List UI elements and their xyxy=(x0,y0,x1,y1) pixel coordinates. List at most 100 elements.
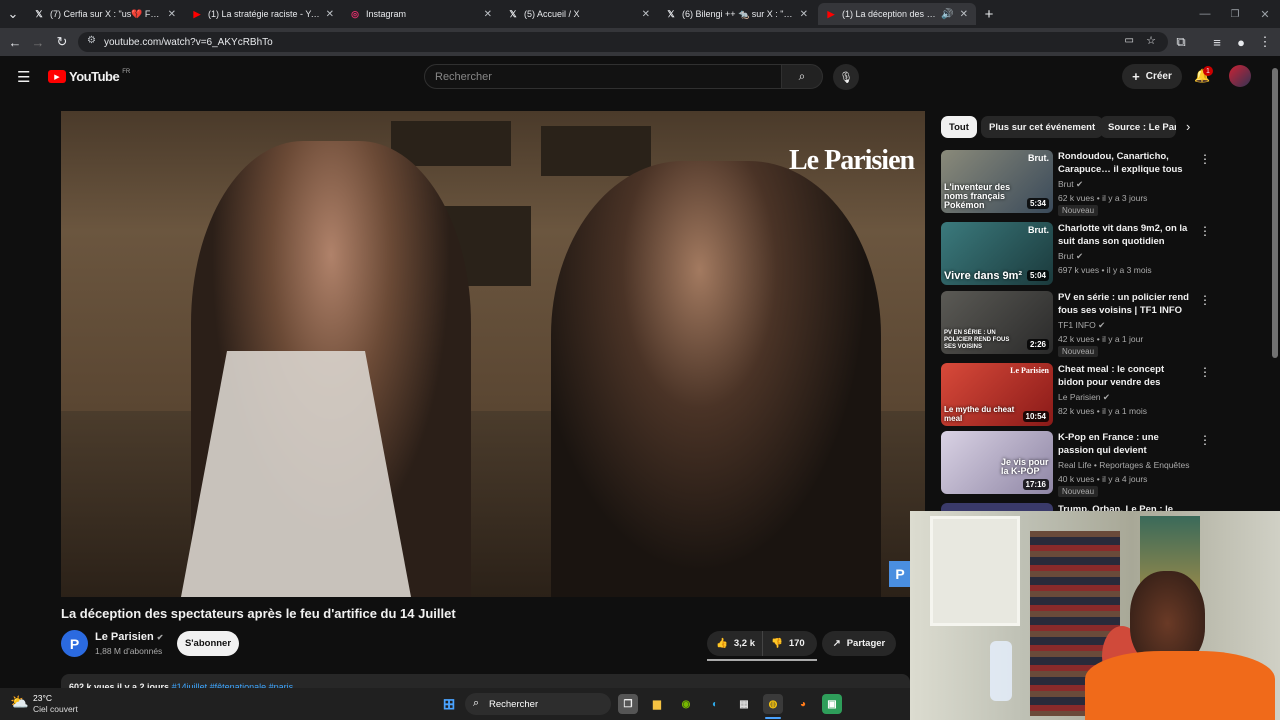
tab-search-icon[interactable]: ⌄ xyxy=(4,5,22,23)
app-icon[interactable]: ▣ xyxy=(822,694,842,714)
recommendation-thumbnail[interactable]: Je vis pour la K-POP 17:16 xyxy=(941,431,1053,494)
create-label: Créer xyxy=(1145,71,1172,82)
more-options-icon[interactable]: ⋮ xyxy=(1199,365,1211,379)
menu-kebab-icon[interactable]: ⋮ xyxy=(1256,33,1274,51)
chip-event[interactable]: Plus sur cet événement xyxy=(981,116,1104,138)
reload-icon[interactable]: ↻ xyxy=(53,33,71,51)
close-tab-icon[interactable]: ✕ xyxy=(960,9,968,20)
recommendation-thumbnail[interactable]: Brut. L'inventeur des noms français Poké… xyxy=(941,150,1053,213)
new-tab-icon[interactable]: + xyxy=(980,5,998,23)
firefox-icon[interactable]: ◕ xyxy=(793,694,813,714)
more-options-icon[interactable]: ⋮ xyxy=(1199,293,1211,307)
channel-watermark-icon[interactable]: P xyxy=(889,561,911,587)
recommendation-channel[interactable]: Brut ✔ xyxy=(1058,179,1083,190)
more-options-icon[interactable]: ⋮ xyxy=(1199,433,1211,447)
windows-start-icon[interactable]: ⊞ xyxy=(439,694,459,714)
avatar[interactable] xyxy=(1229,65,1251,87)
verified-icon: ✔ xyxy=(1075,251,1084,261)
browser-tab[interactable]: 𝕏 (7) Cerfia sur X : "us💔 FLASH | ✕ xyxy=(26,3,184,25)
recommendation-title[interactable]: Trump, Orban, Le Pen : le point xyxy=(1058,503,1190,511)
search-button[interactable]: ⌕ xyxy=(781,64,823,89)
weather-description[interactable]: Ciel couvert xyxy=(33,704,78,714)
cast-icon[interactable]: ▭ xyxy=(1125,35,1134,46)
browser-tab[interactable]: ▶ (1) La stratégie raciste - YouTub ✕ xyxy=(184,3,342,25)
recommendation-thumbnail[interactable]: PV EN SÉRIE : UN POLICIER REND FOUS SES … xyxy=(941,291,1053,354)
subscribe-button[interactable]: S'abonner xyxy=(177,631,239,656)
recommendation-item[interactable]: PV EN SÉRIE : UN POLICIER REND FOUS SES … xyxy=(941,291,1211,357)
store-icon[interactable]: ▦ xyxy=(734,694,754,714)
video-player[interactable]: Le Parisien P xyxy=(61,111,925,597)
recommendation-thumbnail[interactable] xyxy=(941,503,1053,511)
restore-icon[interactable]: ❐ xyxy=(1226,5,1244,23)
reading-list-icon[interactable]: ≡ xyxy=(1208,33,1226,51)
close-tab-icon[interactable]: ✕ xyxy=(484,9,492,20)
voice-search-button[interactable]: 🎙 xyxy=(833,64,859,90)
edge-icon[interactable]: ◐ xyxy=(705,694,725,714)
recommendation-title[interactable]: K-Pop en France : une passion qui devien… xyxy=(1058,431,1190,458)
recommendation-thumbnail[interactable]: Le Parisien Le mythe du cheat meal 10:54 xyxy=(941,363,1053,426)
recommendation-channel[interactable]: TF1 INFO ✔ xyxy=(1058,320,1105,331)
recommendation-item[interactable]: Trump, Orban, Le Pen : le point xyxy=(941,503,1201,511)
extensions-icon[interactable]: ⧉ xyxy=(1172,33,1190,51)
close-tab-icon[interactable]: ✕ xyxy=(326,9,334,20)
recommendation-item[interactable]: Le Parisien Le mythe du cheat meal 10:54… xyxy=(941,363,1211,429)
new-badge: Nouveau xyxy=(1058,346,1099,357)
recommendation-title[interactable]: Cheat meal : le concept bidon pour vendr… xyxy=(1058,363,1190,390)
minimize-icon[interactable]: — xyxy=(1196,5,1214,23)
recommendation-title[interactable]: Rondoudou, Canarticho, Carapuce… il expl… xyxy=(1058,150,1190,177)
forward-icon[interactable]: → xyxy=(29,33,47,51)
recommendation-item[interactable]: Brut. L'inventeur des noms français Poké… xyxy=(941,150,1211,216)
dislike-button[interactable]: 👎 170 xyxy=(763,638,805,649)
recommendation-item[interactable]: Brut. Vivre dans 9m² 5:04 Charlotte vit … xyxy=(941,222,1211,288)
browser-tab[interactable]: 𝕏 (5) Accueil / X ✕ xyxy=(500,3,658,25)
address-bar[interactable]: ⚙ youtube.com/watch?v=6_AKYcRBhTo ▭ ☆ xyxy=(78,32,1168,52)
share-button[interactable]: ↗ Partager xyxy=(822,631,896,656)
task-view-icon[interactable]: ❐ xyxy=(618,694,638,714)
scrollbar-thumb[interactable] xyxy=(1272,68,1278,358)
speaker-icon[interactable]: 🔊 xyxy=(941,9,953,20)
recommendation-channel[interactable]: Le Parisien ✔ xyxy=(1058,392,1110,403)
back-icon[interactable]: ← xyxy=(6,33,24,51)
recommendation-title[interactable]: Charlotte vit dans 9m2, on la suit dans … xyxy=(1058,222,1190,248)
browser-tab[interactable]: 𝕏 (6) Bilengi ++ 🐀 sur X : "😊 c ✕ xyxy=(658,3,816,25)
chip-all[interactable]: Tout xyxy=(941,116,977,138)
taskbar-search[interactable]: ⌕ Rechercher xyxy=(465,693,611,715)
thumbnail-brand: Le Parisien xyxy=(1010,366,1049,375)
profile-icon[interactable]: ● xyxy=(1232,33,1250,51)
create-button[interactable]: + Créer xyxy=(1122,64,1182,89)
close-tab-icon[interactable]: ✕ xyxy=(800,9,808,20)
search-input[interactable]: Rechercher xyxy=(424,64,782,89)
thumbnail-caption: Vivre dans 9m² xyxy=(944,270,1023,282)
channel-name[interactable]: Le Parisien ✔ xyxy=(95,631,163,643)
more-options-icon[interactable]: ⋮ xyxy=(1199,152,1211,166)
more-options-icon[interactable]: ⋮ xyxy=(1199,224,1211,238)
site-info-icon[interactable]: ⚙ xyxy=(87,35,96,46)
recommendation-thumbnail[interactable]: Brut. Vivre dans 9m² 5:04 xyxy=(941,222,1053,285)
recommendation-item[interactable]: Je vis pour la K-POP 17:16 K-Pop en Fran… xyxy=(941,431,1211,497)
browser-tab[interactable]: ◎ Instagram ✕ xyxy=(342,3,500,25)
plus-icon: + xyxy=(1132,69,1140,84)
bookmark-star-icon[interactable]: ☆ xyxy=(1146,34,1156,47)
chip-source[interactable]: Source : Le Parisien xyxy=(1100,116,1176,138)
weather-temperature[interactable]: 23°C xyxy=(33,693,52,703)
close-tab-icon[interactable]: ✕ xyxy=(168,9,176,20)
hamburger-menu-icon[interactable]: ☰ xyxy=(17,68,30,86)
like-button[interactable]: 👍 3,2 k xyxy=(707,631,763,656)
tab-title: (7) Cerfia sur X : "us💔 FLASH | xyxy=(50,8,162,19)
browser-tab-active[interactable]: ▶ (1) La déception des specta 🔊 ✕ xyxy=(818,3,976,25)
recommendation-title[interactable]: PV en série : un policier rend fous ses … xyxy=(1058,291,1190,317)
youtube-wordmark: YouTube xyxy=(69,69,120,84)
webcam-person-shirt xyxy=(1085,651,1275,720)
page-scrollbar[interactable] xyxy=(1270,56,1280,511)
channel-avatar[interactable]: P xyxy=(61,630,88,657)
recommendation-channel[interactable]: Brut ✔ xyxy=(1058,251,1083,262)
close-tab-icon[interactable]: ✕ xyxy=(642,9,650,20)
weather-icon[interactable]: ⛅ xyxy=(10,693,29,711)
chrome-icon[interactable]: ◍ xyxy=(763,694,783,714)
chevron-right-icon[interactable]: › xyxy=(1186,119,1190,134)
file-explorer-icon[interactable]: ▆ xyxy=(647,694,667,714)
recommendation-channel[interactable]: Real Life • Reportages & Enquêtes xyxy=(1058,460,1190,470)
close-window-icon[interactable]: ✕ xyxy=(1256,5,1274,23)
youtube-logo[interactable]: ▶ YouTube FR xyxy=(48,69,130,84)
nvidia-icon[interactable]: ◉ xyxy=(676,694,696,714)
